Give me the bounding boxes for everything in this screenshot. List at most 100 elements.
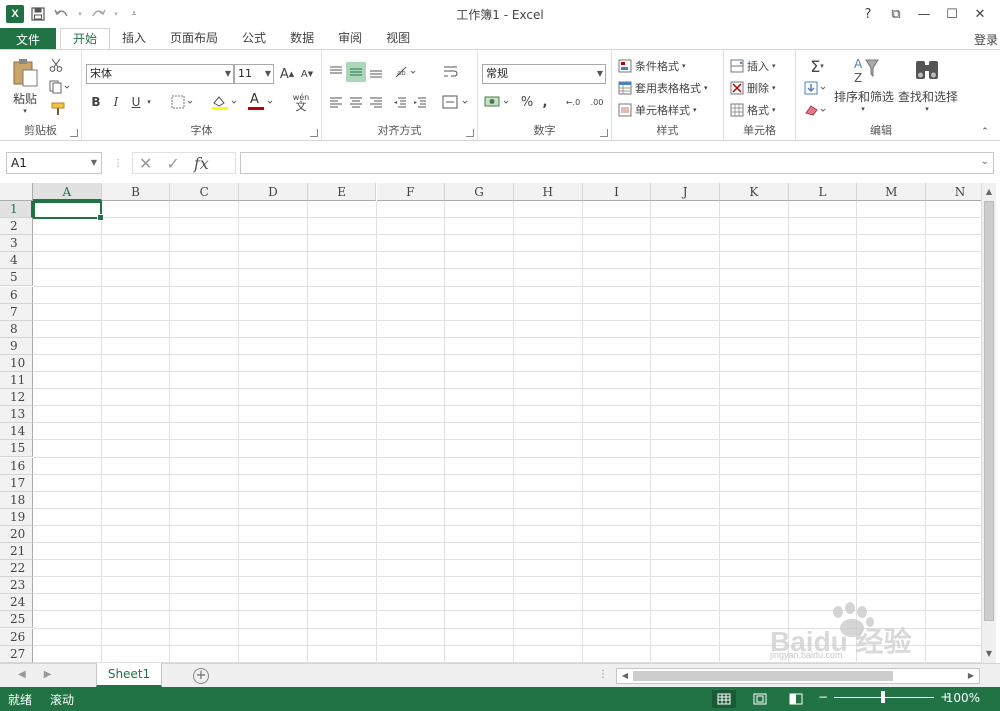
shrink-font-button[interactable]: A ▼ [298, 64, 316, 84]
column-header[interactable]: K [720, 183, 789, 201]
merge-center-icon[interactable] [440, 92, 472, 112]
sort-filter-icon[interactable]: AZ [832, 56, 896, 84]
vertical-scrollbar[interactable]: ▲ ▼ [981, 183, 996, 663]
bold-button[interactable]: B [88, 92, 104, 112]
underline-button[interactable]: U [128, 92, 144, 112]
scroll-down-icon[interactable]: ▼ [982, 647, 996, 661]
format-painter-icon[interactable] [46, 100, 74, 118]
row-header[interactable]: 26 [0, 628, 33, 646]
select-all-button[interactable] [0, 183, 33, 201]
insert-cells-button[interactable]: 插入 ▾ [730, 56, 792, 76]
clipboard-launcher-icon[interactable] [70, 129, 78, 137]
grow-font-button[interactable]: A ▲ [278, 64, 296, 84]
autosum-icon[interactable]: Σ ▾ [802, 56, 832, 76]
number-launcher-icon[interactable] [600, 129, 608, 137]
zoom-slider[interactable] [834, 690, 935, 703]
scroll-right-icon[interactable]: ▶ [964, 669, 978, 683]
page-layout-view-icon[interactable] [748, 690, 772, 708]
row-header[interactable]: 23 [0, 577, 33, 595]
row-header[interactable]: 3 [0, 235, 33, 253]
clear-icon[interactable] [802, 100, 832, 120]
align-center-icon[interactable] [346, 92, 366, 112]
accounting-format-icon[interactable] [482, 92, 514, 112]
cell-styles-button[interactable]: 单元格样式 ▾ [618, 100, 722, 120]
sheet-tab[interactable]: Sheet1 [96, 663, 162, 687]
delete-cells-button[interactable]: 删除 ▾ [730, 78, 792, 98]
alignment-launcher-icon[interactable] [466, 129, 474, 137]
format-cells-button[interactable]: 格式 ▾ [730, 100, 792, 120]
cancel-entry-icon[interactable]: ✕ [139, 154, 152, 173]
orientation-icon[interactable]: ab [392, 62, 420, 82]
column-header[interactable]: H [513, 183, 583, 201]
tab-view[interactable]: 视图 [374, 28, 422, 50]
login-link[interactable]: 登录 [974, 31, 998, 48]
row-header[interactable]: 18 [0, 491, 33, 509]
collapse-ribbon-icon[interactable]: ⌃ [978, 126, 992, 138]
zoom-slider-thumb[interactable] [881, 690, 886, 703]
next-sheet-icon[interactable]: ▶ [44, 669, 52, 680]
row-header[interactable]: 21 [0, 543, 33, 561]
enter-entry-icon[interactable]: ✓ [166, 154, 179, 173]
column-header[interactable]: F [376, 183, 446, 201]
column-header[interactable]: C [170, 183, 240, 201]
comma-style-button[interactable]: , [538, 92, 552, 112]
find-select-icon[interactable] [896, 56, 958, 84]
row-header[interactable]: 16 [0, 457, 33, 475]
zoom-out-button[interactable]: − [818, 690, 828, 704]
find-select-dropdown-icon[interactable]: ▾ [920, 104, 934, 114]
tab-home[interactable]: 开始 [60, 28, 111, 50]
cut-icon[interactable] [46, 56, 66, 74]
horizontal-scroll-thumb[interactable] [633, 671, 893, 681]
insert-function-icon[interactable]: fx [194, 154, 209, 173]
expand-formula-bar-icon[interactable]: ⌄ [981, 156, 989, 167]
column-header[interactable]: M [857, 183, 927, 201]
percent-style-button[interactable]: % [518, 92, 536, 112]
font-name-select[interactable]: 宋体 ▼ [86, 64, 234, 84]
tab-insert[interactable]: 插入 [110, 28, 158, 50]
font-color-icon[interactable]: A [244, 92, 276, 112]
borders-icon[interactable] [168, 92, 198, 112]
wrap-text-icon[interactable] [440, 62, 462, 82]
paste-button[interactable]: 粘贴 [6, 90, 44, 106]
row-header[interactable]: 24 [0, 594, 33, 612]
minimize-button[interactable]: — [910, 2, 938, 26]
tab-split-handle[interactable]: ⋮ [598, 669, 608, 680]
horizontal-scrollbar[interactable]: ◀ ▶ [616, 668, 980, 684]
increase-decimal-button[interactable]: ←.0 [562, 92, 584, 112]
increase-indent-icon[interactable] [410, 92, 430, 112]
name-box[interactable]: A1 ▼ [6, 152, 102, 174]
column-header[interactable]: E [307, 183, 377, 201]
row-header[interactable]: 12 [0, 389, 33, 407]
column-header[interactable]: B [101, 183, 171, 201]
formula-input[interactable]: ⌄ [240, 152, 994, 174]
sort-filter-button[interactable]: 排序和筛选 [832, 88, 896, 104]
underline-dropdown-icon[interactable]: ▾ [144, 92, 154, 112]
tab-data[interactable]: 数据 [278, 28, 326, 50]
row-header[interactable]: 19 [0, 508, 33, 526]
row-header[interactable]: 13 [0, 406, 33, 424]
decrease-decimal-button[interactable]: .00 [586, 92, 608, 112]
row-header[interactable]: 1 [0, 201, 33, 219]
paste-dropdown-icon[interactable]: ▾ [18, 106, 32, 116]
add-sheet-button[interactable]: + [193, 668, 209, 684]
font-launcher-icon[interactable] [310, 129, 318, 137]
worksheet-grid[interactable]: A B C D E F G H I J K L M N 1 2 3 4 5 6 7 8 9 10 11 12 13 14 15 16 17 1… [0, 183, 996, 663]
format-as-table-button[interactable]: 套用表格格式 ▾ [618, 78, 724, 98]
align-left-icon[interactable] [326, 92, 346, 112]
row-header[interactable]: 15 [0, 440, 33, 458]
formula-bar-grip-icon[interactable]: ⋮ [113, 156, 123, 170]
row-header[interactable]: 27 [0, 645, 33, 663]
top-align-icon[interactable] [326, 62, 346, 82]
find-select-button[interactable]: 查找和选择 [896, 88, 960, 104]
conditional-formatting-button[interactable]: 条件格式 ▾ [618, 56, 722, 76]
fill-icon[interactable] [802, 78, 832, 98]
fill-color-icon[interactable] [208, 92, 240, 112]
column-header[interactable]: D [239, 183, 308, 201]
sort-filter-dropdown-icon[interactable]: ▾ [856, 104, 870, 114]
row-header[interactable]: 6 [0, 286, 33, 304]
italic-button[interactable]: I [108, 92, 124, 112]
font-size-select[interactable]: 11 ▼ [234, 64, 274, 84]
align-right-icon[interactable] [366, 92, 386, 112]
column-header[interactable]: A [33, 183, 102, 201]
normal-view-icon[interactable] [712, 690, 736, 708]
